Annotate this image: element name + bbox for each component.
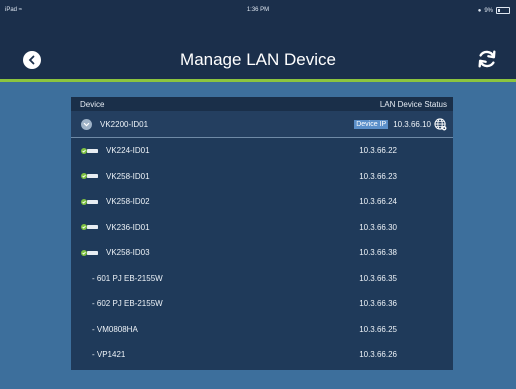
device-connected-icon	[81, 249, 99, 257]
page-title: Manage LAN Device	[180, 50, 336, 69]
device-name: VK258-ID01	[106, 171, 150, 181]
refresh-icon[interactable]	[476, 48, 498, 70]
device-ip-tag: Device IP	[354, 119, 389, 129]
device-ip: 10.3.66.24	[359, 197, 397, 207]
column-header-status: LAN Device Status	[379, 99, 447, 109]
sub-device-name: - VP1421	[92, 350, 126, 360]
sub-device-row[interactable]: - 602 PJ EB-2155W 10.3.66.36	[71, 291, 453, 317]
sub-device-name: - 601 PJ EB-2155W	[92, 273, 163, 283]
device-row[interactable]: VK224-ID01 10.3.66.22	[71, 138, 453, 164]
device-ip: 10.3.66.23	[359, 171, 397, 181]
device-name: VK258-ID02	[106, 197, 150, 207]
device-name: VK224-ID01	[106, 146, 150, 156]
sub-device-name: - VM0808HA	[92, 324, 138, 334]
sub-device-ip: 10.3.66.35	[359, 273, 397, 283]
battery-icon	[496, 7, 510, 14]
main-device-name: VK2200-ID01	[100, 119, 149, 129]
lan-device-panel: Device LAN Device Status VK2200-ID01 Dev…	[71, 97, 453, 370]
device-connected-icon	[81, 223, 99, 231]
main-device-row[interactable]: VK2200-ID01 Device IP 10.3.66.10	[71, 111, 453, 138]
device-row[interactable]: VK258-ID03 10.3.66.38	[71, 240, 453, 266]
device-connected-icon	[81, 172, 99, 180]
device-row[interactable]: VK258-ID01 10.3.66.23	[71, 164, 453, 190]
globe-settings-icon[interactable]	[434, 117, 447, 131]
status-battery: ● 9%	[478, 7, 510, 14]
device-row[interactable]: VK258-ID02 10.3.66.24	[71, 189, 453, 215]
device-connected-icon	[81, 198, 99, 206]
sub-device-ip: 10.3.66.26	[359, 350, 397, 360]
lock-rotation-icon: ●	[477, 7, 482, 14]
status-time: 1:36 PM	[246, 7, 270, 13]
status-bar: iPad ≈ 1:36 PM ● 9%	[0, 0, 516, 22]
device-ip: 10.3.66.38	[359, 248, 397, 258]
battery-percent: 9%	[484, 7, 493, 14]
sub-device-row[interactable]: - VM0808HA 10.3.66.25	[71, 317, 453, 343]
sub-device-ip: 10.3.66.25	[359, 324, 397, 334]
device-name: VK236-ID01	[106, 222, 150, 232]
chevron-down-icon[interactable]	[81, 118, 92, 130]
device-connected-icon	[81, 147, 99, 155]
nav-bar: Manage LAN Device	[0, 22, 516, 82]
column-header-device: Device	[80, 99, 105, 109]
table-header: Device LAN Device Status	[71, 97, 453, 111]
main-device-ip: 10.3.66.10	[393, 119, 431, 129]
sub-device-name: - 602 PJ EB-2155W	[92, 299, 163, 309]
sub-device-row[interactable]: - 601 PJ EB-2155W 10.3.66.35	[71, 266, 453, 292]
device-row[interactable]: VK236-ID01 10.3.66.30	[71, 215, 453, 241]
sub-device-ip: 10.3.66.36	[359, 299, 397, 309]
accent-divider	[0, 79, 516, 82]
device-ip: 10.3.66.22	[359, 146, 397, 156]
device-name: VK258-ID03	[106, 248, 150, 258]
sub-device-row[interactable]: - VP1421 10.3.66.26	[71, 342, 453, 368]
device-ip: 10.3.66.30	[359, 222, 397, 232]
